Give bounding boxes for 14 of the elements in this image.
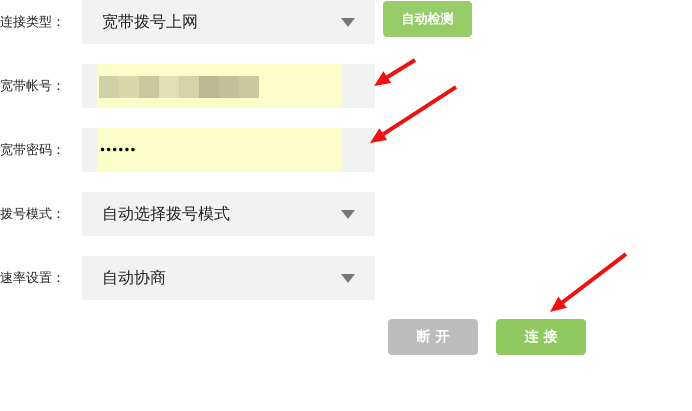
field-label: 宽带帐号： [0, 78, 66, 95]
arrow-icon [550, 252, 628, 312]
field-label: 拨号模式： [0, 206, 66, 223]
field-label: 速率设置： [0, 270, 66, 287]
password-field[interactable]: •••••• [82, 128, 375, 172]
select-field[interactable]: 自动协商 [82, 256, 375, 300]
dropdown-arrow-icon [341, 274, 355, 282]
field-label: 宽带密码： [0, 142, 66, 159]
select-field[interactable]: 自动选择拨号模式 [82, 192, 375, 236]
dropdown-arrow-icon [341, 210, 355, 218]
account-field[interactable] [82, 64, 375, 108]
dropdown-arrow-icon [341, 18, 355, 26]
select-field[interactable]: 宽带拨号上网 [82, 0, 375, 44]
field-label: 连接类型： [0, 14, 66, 31]
